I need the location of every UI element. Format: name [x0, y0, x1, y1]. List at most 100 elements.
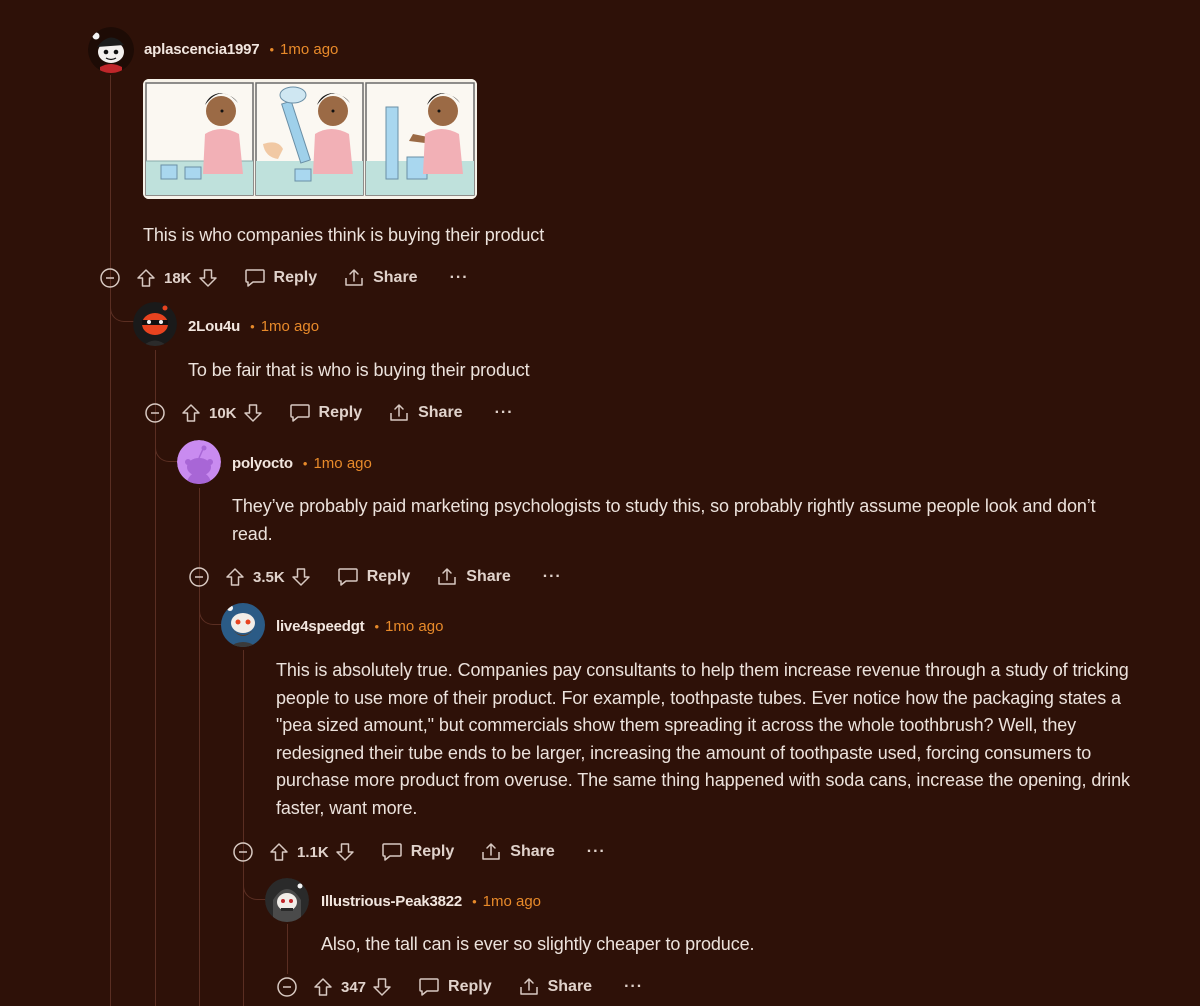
username[interactable]: live4speedgt [276, 618, 365, 635]
reply-button[interactable]: Reply [418, 977, 492, 997]
separator-dot: • [472, 894, 477, 909]
more-options-button[interactable]: ··· [543, 568, 562, 586]
more-options-button[interactable]: ··· [624, 978, 643, 996]
comment-body: This is absolutely true. Companies pay c… [276, 660, 1130, 818]
share-label: Share [466, 568, 511, 585]
username[interactable]: polyocto [232, 455, 293, 472]
separator-dot: • [302, 456, 308, 471]
vote-score: 3.5K [253, 568, 285, 586]
thread-connector [243, 868, 267, 900]
upvote-icon[interactable] [225, 567, 245, 587]
comment-meta: live4speedgt • 1mo ago [276, 618, 443, 635]
reply-button[interactable]: Reply [337, 567, 411, 587]
reply-button[interactable]: Reply [381, 842, 455, 862]
downvote-icon[interactable] [243, 403, 263, 423]
more-options-button[interactable]: ··· [450, 269, 469, 287]
comment-image[interactable] [143, 79, 477, 199]
upvote-icon[interactable] [136, 268, 156, 288]
comment-bubble-icon [289, 404, 310, 422]
share-button[interactable]: Share [518, 977, 592, 997]
share-button[interactable]: Share [343, 268, 418, 288]
share-icon [482, 843, 501, 860]
timestamp[interactable]: 1mo ago [261, 318, 319, 335]
upvote-icon[interactable] [313, 977, 333, 997]
snoo-santa-hat-icon [88, 27, 134, 73]
timestamp[interactable]: 1mo ago [313, 455, 371, 472]
thread-connector [155, 428, 179, 462]
avatar[interactable] [265, 878, 309, 922]
reply-button[interactable]: Reply [289, 403, 363, 423]
comment-body: They’ve probably paid marketing psycholo… [232, 496, 1096, 544]
separator-dot: • [374, 619, 380, 634]
downvote-icon[interactable] [372, 977, 392, 997]
vote-score: 18K [164, 269, 192, 287]
share-icon [390, 404, 408, 421]
thread-line-level-4[interactable] [243, 650, 244, 1006]
collapse-icon[interactable] [277, 977, 297, 997]
thread-line-level-5[interactable] [287, 924, 288, 974]
thread-line-level-1[interactable] [110, 75, 111, 1006]
comment-meta: polyocto • 1mo ago [232, 455, 372, 472]
thread-connector [199, 593, 223, 625]
comment-actions: 347 Reply Share ··· [277, 972, 643, 1002]
comment-actions: 1.1K Reply Share ··· [233, 837, 606, 867]
downvote-icon[interactable] [198, 268, 218, 288]
separator-dot: • [269, 42, 274, 57]
avatar[interactable] [177, 440, 221, 484]
avatar[interactable] [221, 603, 265, 647]
timestamp[interactable]: 1mo ago [385, 618, 443, 635]
snoo-bearded-icon [221, 603, 265, 647]
username[interactable]: aplascencia1997 [144, 41, 260, 58]
separator-dot: • [250, 319, 255, 334]
downvote-icon[interactable] [291, 567, 311, 587]
comment-bubble-icon [337, 568, 358, 586]
timestamp[interactable]: 1mo ago [280, 41, 338, 58]
comment-bubble-icon [244, 269, 265, 287]
comment-body: This is who companies think is buying th… [143, 225, 545, 245]
reply-label: Reply [410, 843, 455, 860]
comment-meta: Illustrious-Peak3822 • 1mo ago [321, 893, 541, 910]
avatar[interactable] [88, 27, 134, 73]
more-options-button[interactable]: ··· [495, 404, 514, 422]
comment-body: To be fair that is who is buying their p… [188, 360, 530, 380]
reply-label: Reply [366, 568, 411, 585]
share-icon [345, 269, 363, 286]
reply-label: Reply [273, 269, 318, 286]
share-label: Share [373, 269, 418, 286]
snoo-default-purple-icon [177, 440, 221, 484]
timestamp[interactable]: 1mo ago [483, 893, 541, 910]
share-icon [519, 978, 538, 995]
collapse-icon[interactable] [145, 403, 165, 423]
snoo-hooded-icon [265, 878, 309, 922]
share-button[interactable]: Share [436, 567, 511, 587]
thread-connector [110, 294, 134, 322]
comment-meta: aplascencia1997 • 1mo ago [144, 41, 338, 58]
comic-image [143, 79, 477, 199]
comment-bubble-icon [419, 978, 439, 996]
reply-label: Reply [318, 404, 363, 421]
share-label: Share [418, 404, 463, 421]
reply-button[interactable]: Reply [244, 268, 318, 288]
vote-score: 10K [209, 404, 237, 422]
collapse-icon[interactable] [233, 842, 253, 862]
upvote-icon[interactable] [181, 403, 201, 423]
share-button[interactable]: Share [480, 842, 555, 862]
vote-score: 347 [341, 978, 367, 996]
more-options-button[interactable]: ··· [587, 843, 606, 861]
share-button[interactable]: Share [388, 403, 463, 423]
reply-label: Reply [448, 978, 492, 995]
username[interactable]: Illustrious-Peak3822 [321, 893, 462, 910]
comment-actions: 10K Reply Share ··· [145, 398, 514, 428]
collapse-icon[interactable] [100, 268, 120, 288]
share-label: Share [547, 978, 593, 995]
comment-body: Also, the tall can is ever so slightly c… [321, 934, 755, 954]
collapse-icon[interactable] [189, 567, 209, 587]
snoo-red-mask-icon [133, 302, 177, 346]
comment-bubble-icon [381, 843, 402, 861]
username[interactable]: 2Lou4u [188, 318, 240, 335]
comment-actions: 3.5K Reply Share ··· [189, 562, 562, 592]
downvote-icon[interactable] [335, 842, 355, 862]
upvote-icon[interactable] [269, 842, 289, 862]
share-icon [438, 568, 457, 585]
avatar[interactable] [133, 302, 177, 346]
